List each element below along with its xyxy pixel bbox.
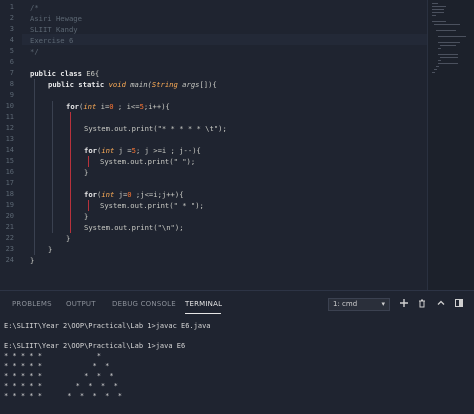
keyword: for xyxy=(84,190,97,199)
code-line: System.out.print("* * * * * \t"); xyxy=(84,124,227,133)
code-line: public class E6{ xyxy=(30,68,99,79)
terminal-line: * * * * * * * * * xyxy=(4,382,118,390)
code-line: System.out.print("\n"); xyxy=(84,223,184,232)
tab-terminal[interactable]: TERMINAL xyxy=(185,300,222,308)
code-line: SLIIT Kandy xyxy=(30,25,78,34)
type: String xyxy=(151,80,178,89)
type: int xyxy=(101,146,115,155)
tab-problems[interactable]: PROBLEMS xyxy=(12,300,52,308)
code-line: } xyxy=(30,256,35,265)
bottom-panel: PROBLEMS OUTPUT DEBUG CONSOLE TERMINAL 1… xyxy=(0,290,474,414)
line-number: 17 xyxy=(5,179,14,187)
code-line: } xyxy=(48,245,53,254)
code-text: []){ xyxy=(199,80,217,89)
terminal-line: * * * * * * * * xyxy=(4,372,114,380)
current-line-highlight xyxy=(22,34,428,45)
terminal-line: * * * * * * * * * * xyxy=(4,392,123,400)
code-line: } xyxy=(66,234,71,243)
line-number: 12 xyxy=(5,124,14,132)
keyword: public class xyxy=(30,69,82,78)
indent-guide-active xyxy=(88,200,89,211)
keyword: for xyxy=(84,146,97,155)
line-number: 14 xyxy=(5,146,14,154)
line-number: 18 xyxy=(5,190,14,198)
terminal-line: * * * * * * xyxy=(4,352,101,360)
line-number: 22 xyxy=(5,234,14,242)
minimap[interactable] xyxy=(428,0,474,290)
code-line: Exercise 6 xyxy=(30,36,74,45)
code-line: System.out.print(" * "); xyxy=(100,201,204,210)
code-line: public static void main(String args[]){ xyxy=(48,79,217,90)
trash-icon[interactable] xyxy=(418,299,426,311)
keyword: for xyxy=(66,102,79,111)
line-number: 10 xyxy=(5,102,14,110)
type: void xyxy=(104,80,126,89)
code-text: j= xyxy=(114,190,128,199)
line-number: 16 xyxy=(5,168,14,176)
code-text: ; i<= xyxy=(113,102,140,111)
terminal-line: E:\SLIIT\Year 2\OOP\Practical\Lab 1>java… xyxy=(4,322,211,330)
code-text: j = xyxy=(114,146,132,155)
type: int xyxy=(83,102,97,111)
line-number: 13 xyxy=(5,135,14,143)
code-line: /* xyxy=(30,3,39,12)
code-line: */ xyxy=(30,47,39,56)
line-number: 4 xyxy=(9,36,14,44)
chevron-up-icon[interactable] xyxy=(437,299,445,310)
line-number: 5 xyxy=(9,47,14,55)
tab-debug-console[interactable]: DEBUG CONSOLE xyxy=(112,300,176,308)
line-number-gutter: 1 2 3 4 5 6 7 8 9 10 11 12 13 14 15 16 1… xyxy=(0,0,22,290)
line-number: 3 xyxy=(9,25,14,33)
line-number: 2 xyxy=(9,14,14,22)
code-line: } xyxy=(84,212,89,221)
code-line: for(int j =5; j >=i ; j--){ xyxy=(84,145,201,156)
indent-guide-active xyxy=(88,156,89,167)
type: int xyxy=(101,190,115,199)
maximize-icon[interactable] xyxy=(455,299,463,310)
line-number: 9 xyxy=(9,91,14,99)
active-tab-indicator xyxy=(185,313,221,314)
line-number: 6 xyxy=(9,58,14,66)
line-number: 20 xyxy=(5,212,14,220)
line-number: 8 xyxy=(9,80,14,88)
code-line: for(int j=0 ;j<=i;j++){ xyxy=(84,189,184,200)
code-text: ;i++){ xyxy=(143,102,170,111)
code-text: args xyxy=(177,80,200,89)
terminal-select[interactable]: 1: cmd ▾ xyxy=(328,298,390,311)
terminal-select-value: 1: cmd xyxy=(333,300,358,308)
code-text: ; j >=i ; j--){ xyxy=(135,146,201,155)
code-editor[interactable]: 1 2 3 4 5 6 7 8 9 10 11 12 13 14 15 16 1… xyxy=(0,0,474,290)
code-text: i= xyxy=(96,102,110,111)
line-number: 21 xyxy=(5,223,14,231)
line-number: 15 xyxy=(5,157,14,165)
line-number: 11 xyxy=(5,113,14,121)
line-number: 24 xyxy=(5,256,14,264)
code-text: ;j<=i;j++){ xyxy=(131,190,184,199)
keyword: public static xyxy=(48,80,105,89)
code-line: Asiri Hewage xyxy=(30,14,82,23)
line-number: 23 xyxy=(5,245,14,253)
code-text: main( xyxy=(125,80,152,89)
terminal-line: * * * * * * * xyxy=(4,362,110,370)
indent-guide xyxy=(34,79,35,255)
code-line: for(int i=0 ; i<=5;i++){ xyxy=(66,101,170,112)
indent-guide-active xyxy=(70,112,71,233)
line-number: 19 xyxy=(5,201,14,209)
code-line: System.out.print(" "); xyxy=(100,157,196,166)
indent-guide xyxy=(52,101,53,233)
panel-tabs: PROBLEMS OUTPUT DEBUG CONSOLE TERMINAL 1… xyxy=(0,291,474,317)
line-number: 1 xyxy=(9,3,14,11)
code-text: E6{ xyxy=(81,69,100,78)
tab-output[interactable]: OUTPUT xyxy=(66,300,96,308)
code-line: } xyxy=(84,168,89,177)
terminal-line: E:\SLIIT\Year 2\OOP\Practical\Lab 1>java… xyxy=(4,342,186,350)
line-number: 7 xyxy=(9,69,14,77)
plus-icon[interactable] xyxy=(400,299,408,310)
chevron-down-icon: ▾ xyxy=(381,300,385,308)
